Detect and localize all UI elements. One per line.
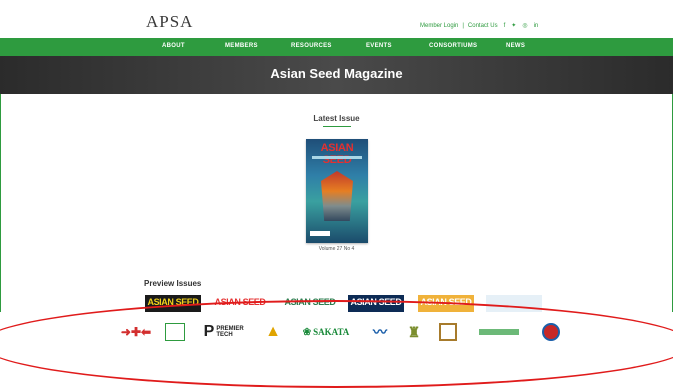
sponsor-logo[interactable]: ♜ — [404, 320, 424, 344]
sponsor-logo[interactable]: P PREMIER TECH — [198, 320, 250, 344]
facebook-icon[interactable]: f — [504, 23, 506, 29]
sponsor-logo[interactable] — [436, 320, 460, 344]
nav-item-about[interactable]: ABOUT — [162, 43, 185, 49]
premier-tech-logo-icon: P — [203, 323, 215, 340]
site-logo[interactable]: APSA — [146, 12, 193, 32]
preview-issues-heading: Preview Issues — [144, 279, 202, 288]
instagram-icon[interactable]: ◎ — [522, 22, 527, 29]
sponsor-logo[interactable]: 〰 — [366, 320, 394, 344]
sponsor-logo[interactable]: ➜✚⬅ — [120, 320, 152, 344]
triangle-logo-icon: ▲ — [265, 323, 281, 340]
latest-issue-caption[interactable]: Volume 27 No 4 — [0, 246, 673, 252]
contact-us-link[interactable]: Contact Us — [468, 23, 498, 29]
sponsor-logo[interactable] — [164, 320, 186, 344]
sponsor-logo[interactable]: ▲ — [262, 320, 284, 344]
cover-ship-image — [321, 171, 353, 221]
preview-issue-title: ASIAN SEED — [147, 297, 199, 307]
top-links: Member Login | Contact Us f ✦ ◎ in — [420, 22, 539, 30]
sponsor-logo[interactable] — [540, 320, 562, 344]
linkedin-icon[interactable]: in — [534, 23, 539, 29]
cover-tag — [310, 231, 330, 236]
heading-underline — [323, 126, 351, 127]
page-title: Asian Seed Magazine — [270, 66, 403, 81]
preview-issue-title: ASIAN SEED — [214, 297, 266, 307]
cover-title: ASIAN SEED — [320, 142, 354, 166]
sakata-logo-icon: ❀ — [302, 326, 312, 338]
sponsor-logo[interactable]: ❀ SAKATA — [296, 320, 356, 344]
square-logo-icon — [439, 323, 457, 341]
korean-logo-icon — [479, 329, 519, 335]
nav-item-resources[interactable]: RESOURCES — [291, 43, 332, 49]
sponsor-logo[interactable] — [476, 320, 522, 344]
link-separator: | — [462, 22, 464, 29]
preview-issue-title: ASIAN SEED — [420, 297, 472, 307]
main-nav: ABOUT MEMBERS RESOURCES EVENTS CONSORTIU… — [0, 38, 673, 56]
latest-issue-heading: Latest Issue — [313, 114, 360, 123]
twitter-icon[interactable]: ✦ — [511, 22, 516, 29]
nav-item-members[interactable]: MEMBERS — [225, 43, 258, 49]
box-logo-icon — [165, 323, 185, 341]
nav-item-consortiums[interactable]: CONSORTIUMS — [429, 43, 477, 49]
round-logo-icon — [542, 323, 560, 341]
header: APSA Member Login | Contact Us f ✦ ◎ in — [0, 0, 673, 38]
preview-issue-title: ASIAN SEED — [350, 297, 402, 307]
nav-item-news[interactable]: NEWS — [506, 43, 525, 49]
sponsor-name: SAKATA — [313, 327, 350, 337]
preview-issue-title: ASIAN SEED — [284, 297, 336, 307]
member-login-link[interactable]: Member Login — [420, 23, 458, 29]
wave-logo-icon: 〰 — [373, 324, 387, 340]
page-banner: Asian Seed Magazine — [0, 56, 673, 94]
cover-subtitle-bar — [312, 156, 362, 159]
latest-issue-cover[interactable]: ASIAN SEED — [306, 139, 368, 243]
nav-item-events[interactable]: EVENTS — [366, 43, 392, 49]
tower-logo-icon: ♜ — [407, 323, 421, 340]
arrows-logo-icon: ➜✚⬅ — [120, 325, 152, 339]
sponsor-name: PREMIER TECH — [216, 326, 244, 338]
